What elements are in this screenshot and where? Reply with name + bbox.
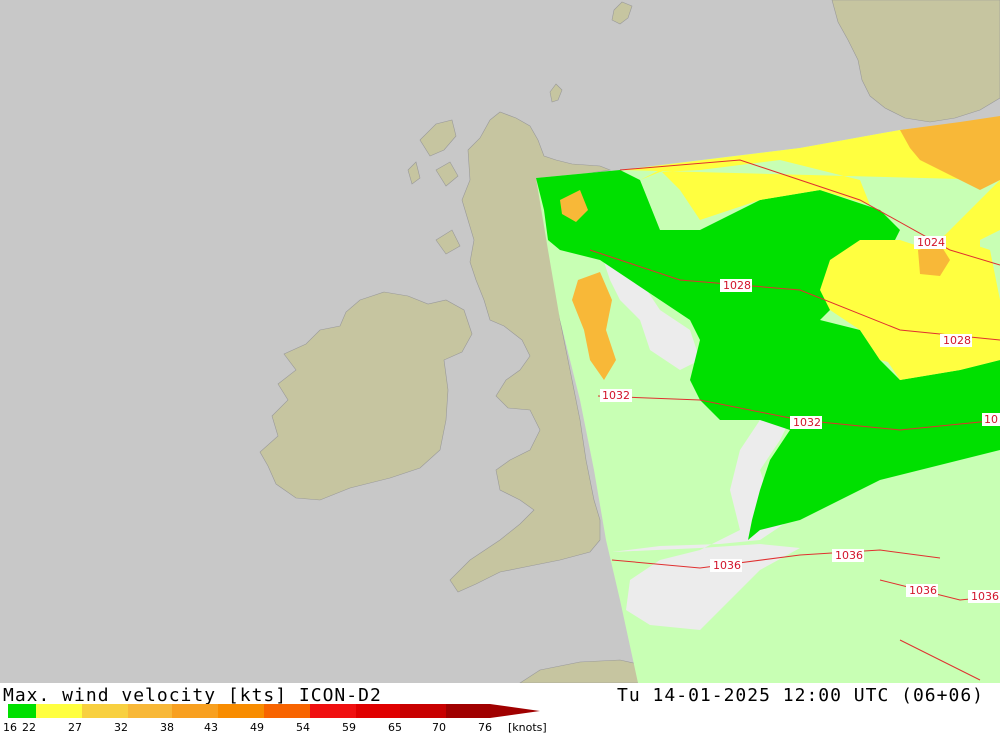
legend-swatch [8, 704, 36, 718]
legend-swatch [218, 704, 264, 718]
footer: Max. wind velocity [kts] ICON-D2 Tu 14-0… [0, 683, 1000, 733]
isobar-label: 1028 [943, 334, 971, 347]
legend-swatch [400, 704, 446, 718]
legend-tick-label: 54 [296, 721, 310, 733]
isobar-label: 1032 [602, 389, 630, 402]
legend-swatch [356, 704, 400, 718]
legend-tick-label: 43 [204, 721, 218, 733]
legend-tick-label: 38 [160, 721, 174, 733]
legend-tick-label: 65 [388, 721, 402, 733]
legend-swatch [172, 704, 218, 718]
isobar-label: 1036 [835, 549, 863, 562]
legend-tick-label: 70 [432, 721, 446, 733]
isobar-label: 1036 [713, 559, 741, 572]
legend-tick-label: 59 [342, 721, 356, 733]
legend-tick-label: 49 [250, 721, 264, 733]
legend-tick-label: 27 [68, 721, 82, 733]
legend-swatch [36, 704, 82, 718]
isobar-label: 1036 [909, 584, 937, 597]
map-timestamp: Tu 14-01-2025 12:00 UTC (06+06) [617, 685, 984, 706]
legend-swatch [446, 704, 490, 718]
isobar-label: 1024 [917, 236, 945, 249]
map-title: Max. wind velocity [kts] ICON-D2 [3, 685, 382, 706]
legend-arrow [490, 704, 540, 718]
color-scale-legend: 16 22 27 32 38 43 49 54 59 65 70 76 [knots] [3, 704, 547, 733]
legend-tick-label: 16 [3, 721, 17, 733]
legend-tick-label: 32 [114, 721, 128, 733]
legend-swatch [128, 704, 172, 718]
legend-unit: [knots] [508, 721, 547, 733]
legend-swatch [82, 704, 128, 718]
legend-swatch [264, 704, 310, 718]
isobar-label: 1028 [723, 279, 751, 292]
isobar-label: 10 [984, 413, 998, 426]
wind-map: 1024 1028 1028 1032 1032 1036 1036 1036 … [0, 0, 1000, 683]
isobar-label: 1032 [793, 416, 821, 429]
legend-swatch [310, 704, 356, 718]
legend-tick-label: 22 [22, 721, 36, 733]
legend-tick-label: 76 [478, 721, 492, 733]
isobar-label: 1036 [971, 590, 999, 603]
